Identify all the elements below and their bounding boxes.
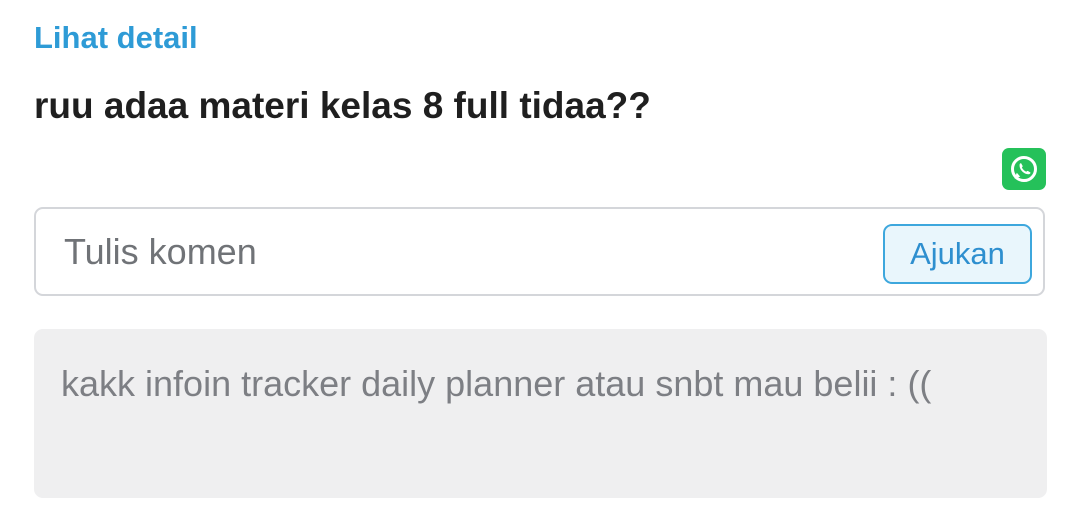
see-detail-link[interactable]: Lihat detail	[34, 18, 198, 58]
comment-input[interactable]	[64, 229, 844, 275]
comment-card: kakk infoin tracker daily planner atau s…	[34, 329, 1047, 498]
comment-form: Ajukan	[34, 207, 1045, 296]
question-detail-page: Lihat detail ruu adaa materi kelas 8 ful…	[0, 0, 1080, 509]
whatsapp-icon	[1011, 156, 1037, 182]
comment-text: kakk infoin tracker daily planner atau s…	[61, 363, 932, 404]
whatsapp-share-button[interactable]	[1002, 148, 1046, 190]
submit-comment-button[interactable]: Ajukan	[883, 224, 1032, 284]
question-text: ruu adaa materi kelas 8 full tidaa??	[34, 85, 651, 126]
